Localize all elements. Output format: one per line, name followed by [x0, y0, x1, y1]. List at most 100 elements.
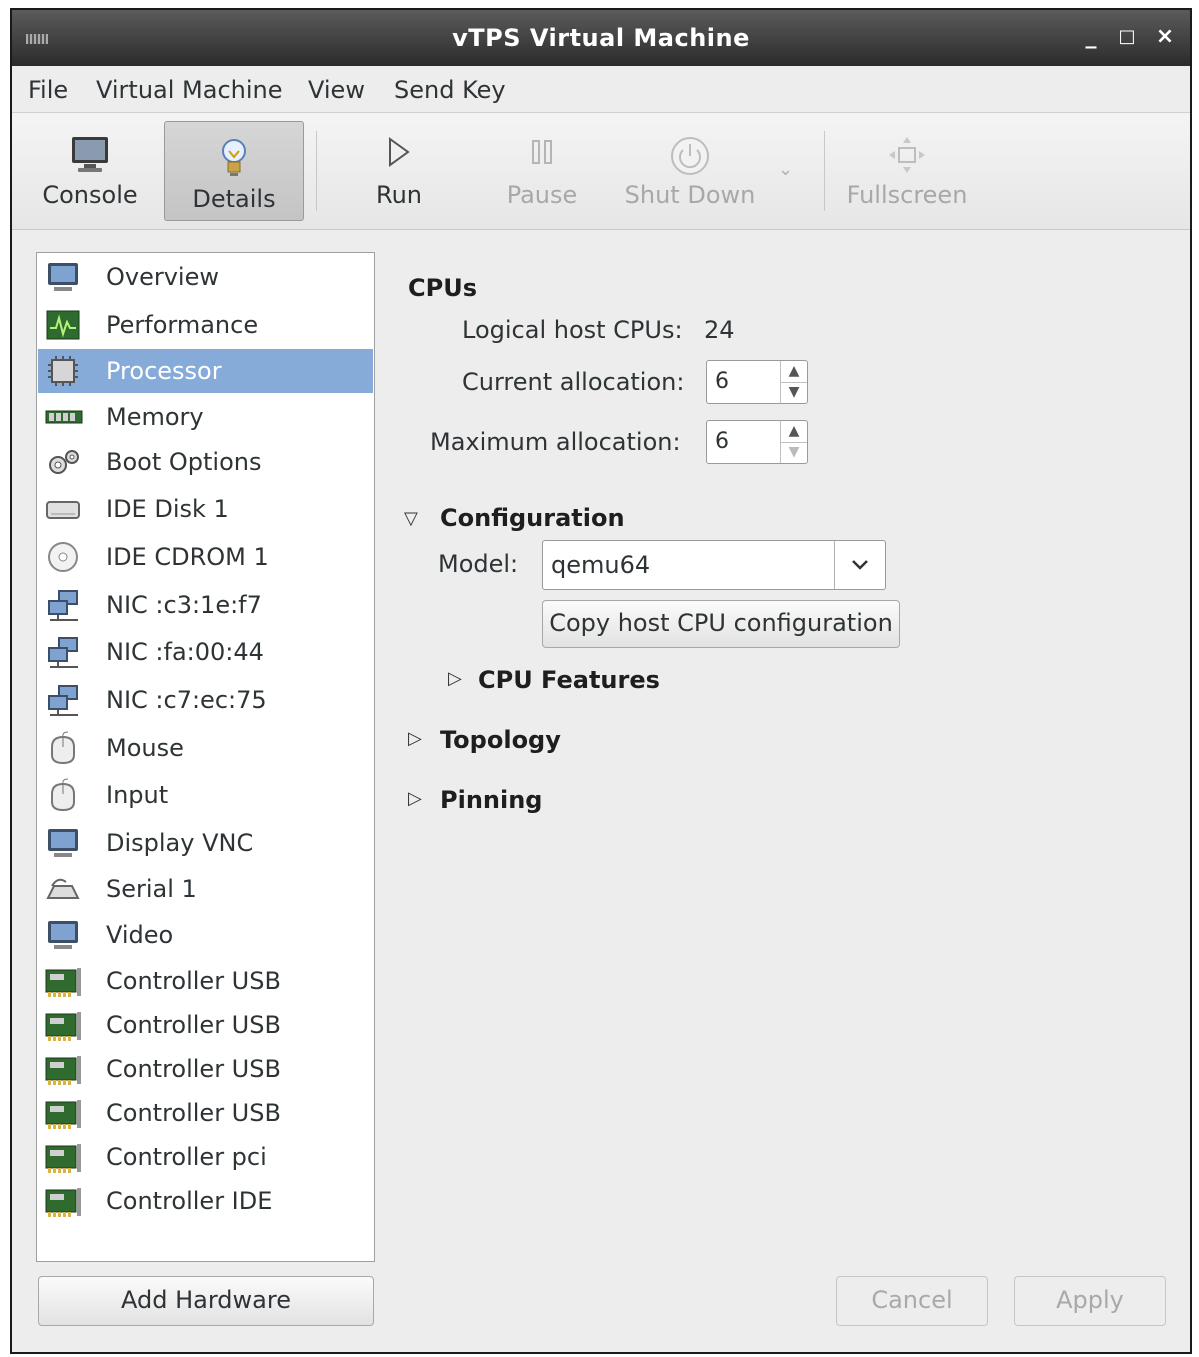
sidebar-item[interactable]: Controller USB	[38, 1091, 373, 1135]
collapsed-triangle-icon[interactable]: ▷	[448, 668, 462, 689]
sidebar-item-label: Serial 1	[106, 875, 197, 903]
sidebar-item-label: Memory	[106, 403, 204, 431]
sidebar-item-label: NIC :fa:00:44	[106, 638, 264, 666]
shut-down-button[interactable]: Shut Down	[618, 121, 762, 221]
controller-card-icon	[45, 1188, 81, 1217]
collapsed-triangle-icon[interactable]: ▷	[408, 728, 422, 749]
controller-card-icon	[45, 1144, 81, 1173]
sidebar-item[interactable]: Controller USB	[38, 959, 373, 1003]
play-icon	[389, 137, 410, 167]
sidebar-item[interactable]: Boot Options	[38, 440, 373, 484]
details-button[interactable]: Details	[164, 121, 304, 221]
current-allocation-label: Current allocation:	[462, 368, 685, 396]
model-label: Model:	[438, 550, 519, 578]
pause-button[interactable]: Pause	[494, 121, 590, 221]
topology-heading[interactable]: Topology	[440, 726, 561, 754]
copy-host-cpu-config-button[interactable]: Copy host CPU configuration	[542, 600, 900, 648]
maximum-allocation-spinner[interactable]: 6 ▲ ▼	[706, 420, 808, 464]
sidebar-item-label: Processor	[106, 357, 222, 385]
menu-send-key[interactable]: Send Key	[394, 76, 506, 104]
maximum-allocation-label: Maximum allocation:	[430, 428, 681, 456]
sidebar-item-label: Overview	[106, 263, 219, 291]
menu-virtual-machine[interactable]: Virtual Machine	[96, 76, 283, 104]
sidebar-item[interactable]: Controller USB	[38, 1047, 373, 1091]
sidebar-item-label: Input	[106, 781, 169, 809]
decrement-arrow-icon[interactable]: ▼	[781, 382, 807, 403]
sidebar-item[interactable]: Serial 1	[38, 867, 373, 911]
current-allocation-spinner[interactable]: 6 ▲ ▼	[706, 360, 808, 404]
pause-label: Pause	[506, 181, 578, 209]
menu-file[interactable]: File	[28, 76, 68, 104]
console-button[interactable]: Console	[28, 121, 152, 221]
sidebar-item[interactable]: Performance	[38, 303, 373, 347]
sidebar-item-label: Mouse	[106, 734, 184, 762]
monitor-icon	[48, 263, 78, 291]
model-value: qemu64	[551, 551, 651, 579]
chevron-down-icon	[852, 560, 868, 570]
configuration-heading[interactable]: Configuration	[440, 504, 625, 532]
fullscreen-button[interactable]: Fullscreen	[842, 121, 972, 221]
controller-card-icon	[45, 1100, 81, 1129]
sidebar-item-label: NIC :c7:ec:75	[106, 686, 267, 714]
apply-button[interactable]: Apply	[1014, 1276, 1166, 1326]
add-hardware-button[interactable]: Add Hardware	[38, 1276, 374, 1326]
decrement-arrow-icon[interactable]: ▼	[781, 442, 807, 463]
sidebar-item[interactable]: NIC :fa:00:44	[38, 630, 373, 674]
sidebar-item[interactable]: Mouse	[38, 726, 373, 770]
increment-arrow-icon[interactable]: ▲	[781, 361, 807, 383]
run-button[interactable]: Run	[358, 121, 440, 221]
sidebar-item-label: IDE Disk 1	[106, 495, 229, 523]
current-allocation-value: 6	[715, 369, 729, 394]
expanded-triangle-icon[interactable]: ▽	[404, 508, 418, 529]
sidebar-item[interactable]: Controller pci	[38, 1135, 373, 1179]
sidebar-item[interactable]: Controller IDE	[38, 1179, 373, 1223]
sidebar-item-label: Boot Options	[106, 448, 262, 476]
sidebar-item[interactable]: Controller USB	[38, 1003, 373, 1047]
sidebar-item-label: Controller IDE	[106, 1187, 273, 1215]
increment-arrow-icon[interactable]: ▲	[781, 421, 807, 443]
model-combobox[interactable]: qemu64	[542, 540, 886, 590]
window-title: vTPS Virtual Machine	[452, 24, 750, 52]
toolbar-separator	[316, 131, 317, 211]
vm-details-window: vTPS Virtual Machine _ □ × File Virtual …	[10, 8, 1192, 1354]
mouse-icon	[51, 731, 75, 765]
chevron-down-icon: ⌄	[778, 159, 794, 180]
sidebar-item[interactable]: Processor	[38, 349, 373, 393]
monitor-icon	[48, 921, 78, 949]
logical-host-cpus-value: 24	[704, 316, 735, 344]
maximize-icon[interactable]: □	[1112, 22, 1142, 52]
title-bar: vTPS Virtual Machine _ □ ×	[12, 10, 1190, 66]
sidebar-item[interactable]: IDE CDROM 1	[38, 535, 373, 579]
sidebar-item-label: Controller pci	[106, 1143, 267, 1171]
sidebar-item[interactable]: Overview	[38, 255, 373, 299]
pinning-heading[interactable]: Pinning	[440, 786, 542, 814]
cpu-features-heading[interactable]: CPU Features	[478, 666, 660, 694]
collapsed-triangle-icon[interactable]: ▷	[408, 788, 422, 809]
pause-icon	[532, 140, 552, 164]
cancel-button[interactable]: Cancel	[836, 1276, 988, 1326]
logical-host-cpus-label: Logical host CPUs:	[462, 316, 683, 344]
minimize-icon[interactable]: _	[1076, 22, 1106, 52]
toolbar-separator	[824, 131, 825, 211]
fullscreen-label: Fullscreen	[846, 181, 968, 209]
sidebar-item[interactable]: Memory	[38, 395, 373, 439]
cpu-chip-icon	[48, 356, 78, 386]
sidebar-item[interactable]: NIC :c7:ec:75	[38, 678, 373, 722]
details-label: Details	[192, 185, 276, 213]
sidebar-item[interactable]: IDE Disk 1	[38, 487, 373, 531]
sidebar-item-label: Display VNC	[106, 829, 254, 857]
controller-card-icon	[45, 968, 81, 997]
network-icon	[48, 685, 78, 716]
close-icon[interactable]: ×	[1150, 22, 1180, 52]
sidebar-item-label: NIC :c3:1e:f7	[106, 591, 262, 619]
sidebar-item[interactable]: Input	[38, 773, 373, 817]
sidebar-item[interactable]: NIC :c3:1e:f7	[38, 583, 373, 627]
sidebar-item[interactable]: Display VNC	[38, 821, 373, 865]
monitor-icon	[72, 137, 108, 172]
model-dropdown-button[interactable]	[834, 541, 885, 589]
shut-down-menu-button[interactable]: ⌄	[772, 121, 802, 221]
shut-down-label: Shut Down	[624, 181, 756, 209]
sidebar-item[interactable]: Video	[38, 913, 373, 957]
sidebar-item-label: Controller USB	[106, 967, 281, 995]
menu-view[interactable]: View	[308, 76, 365, 104]
